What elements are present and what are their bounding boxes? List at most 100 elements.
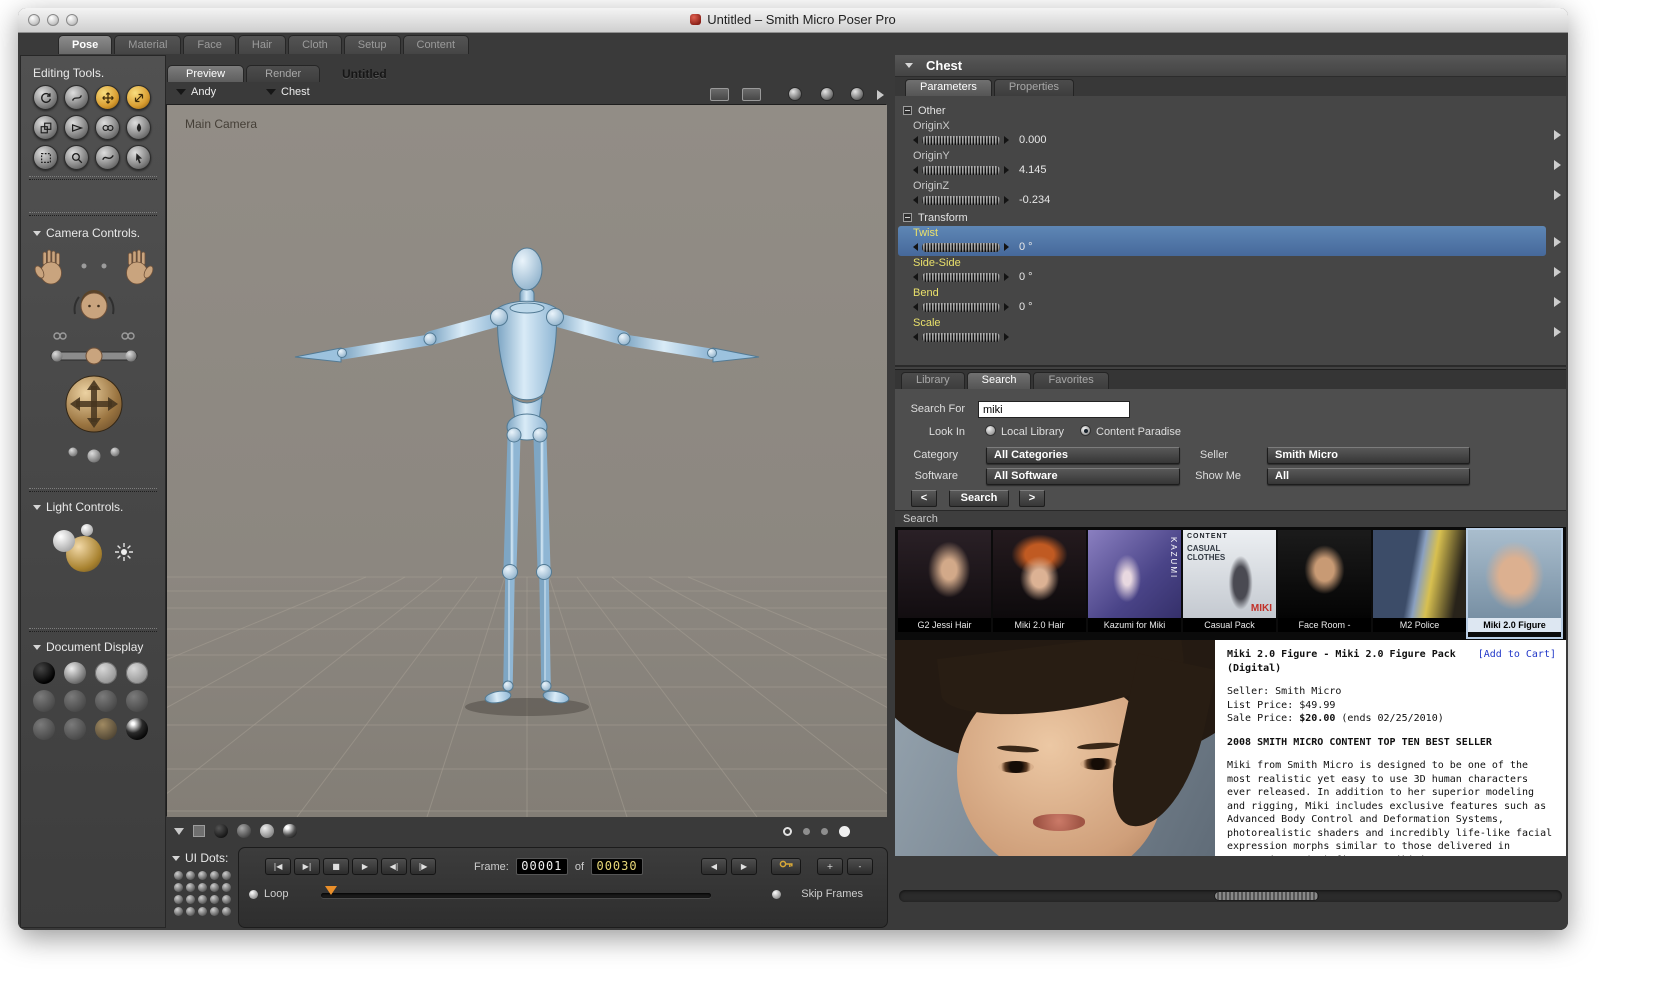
- texture-ball-icon[interactable]: [283, 824, 297, 838]
- ui-dot[interactable]: [186, 883, 195, 892]
- ui-dot[interactable]: [222, 895, 231, 904]
- depth-cue-ball-icon[interactable]: [214, 824, 228, 838]
- param-dial[interactable]: [922, 272, 1000, 282]
- ui-dot[interactable]: [174, 883, 183, 892]
- shadow-ball-icon[interactable]: [237, 824, 251, 838]
- display-style-smooth-shaded[interactable]: [33, 718, 55, 740]
- display-style-flat-lined[interactable]: [95, 690, 117, 712]
- view-magnifier-tool-icon[interactable]: [64, 145, 89, 170]
- ui-dot[interactable]: [210, 871, 219, 880]
- tab-face[interactable]: Face: [183, 35, 236, 54]
- ui-dot[interactable]: [210, 895, 219, 904]
- ui-dot[interactable]: [174, 907, 183, 916]
- dial-increment-icon[interactable]: [1004, 303, 1009, 311]
- ui-dot[interactable]: [222, 871, 231, 880]
- tab-properties[interactable]: Properties: [993, 79, 1074, 96]
- dial-decrement-icon[interactable]: [913, 273, 918, 281]
- close-window-button[interactable]: [28, 14, 40, 26]
- ui-dot[interactable]: [186, 895, 195, 904]
- light-controls-widget[interactable]: [29, 520, 159, 582]
- frame-scrub-handle[interactable]: [325, 886, 337, 895]
- tab-favorites[interactable]: Favorites: [1033, 372, 1109, 389]
- display-style-flat-shaded[interactable]: [64, 690, 86, 712]
- software-dropdown[interactable]: All Software: [986, 468, 1180, 485]
- ui-dot[interactable]: [174, 871, 183, 880]
- light-indicator-icon[interactable]: [850, 87, 864, 101]
- ui-dot[interactable]: [210, 907, 219, 916]
- horizontal-scrollbar[interactable]: [899, 890, 1562, 902]
- first-frame-button[interactable]: |◀: [265, 858, 291, 875]
- tab-library[interactable]: Library: [901, 372, 965, 389]
- param-dial[interactable]: [922, 165, 1000, 175]
- param-value[interactable]: -0.234: [1019, 194, 1050, 206]
- display-style-outline[interactable]: [64, 662, 86, 684]
- minimize-window-button[interactable]: [47, 14, 59, 26]
- current-frame-field[interactable]: 00001: [515, 858, 568, 875]
- dial-increment-icon[interactable]: [1004, 273, 1009, 281]
- background-color-swatch[interactable]: [193, 825, 205, 837]
- dial-decrement-icon[interactable]: [913, 333, 918, 341]
- camera-orbit-icon[interactable]: [820, 87, 834, 101]
- param-dial[interactable]: [922, 332, 1000, 342]
- collapse-triangle-icon[interactable]: [905, 63, 913, 68]
- collapse-triangle-icon[interactable]: [172, 855, 180, 861]
- camera-dot-icon[interactable]: [803, 827, 810, 835]
- result-thumbnail[interactable]: Miki 2.0 Hair: [993, 530, 1086, 637]
- step-back-button[interactable]: ◀|: [381, 858, 407, 875]
- dial-increment-icon[interactable]: [1004, 243, 1009, 251]
- local-library-radio[interactable]: [985, 425, 996, 436]
- param-value[interactable]: 0 °: [1019, 241, 1033, 253]
- translate-inout-tool-icon[interactable]: [126, 85, 151, 110]
- collapse-triangle-icon[interactable]: [33, 644, 41, 650]
- param-group-transform[interactable]: Transform: [895, 209, 1566, 226]
- chevron-down-icon[interactable]: [174, 827, 184, 835]
- skip-frames-indicator-icon[interactable]: [772, 890, 781, 899]
- zoom-window-button[interactable]: [66, 14, 78, 26]
- param-expand-arrow[interactable]: [1554, 237, 1561, 247]
- last-frame-button[interactable]: ▶|: [294, 858, 320, 875]
- multi-view-pane-icon[interactable]: [742, 88, 761, 101]
- morphing-tool-icon[interactable]: [95, 145, 120, 170]
- content-paradise-radio[interactable]: [1080, 425, 1091, 436]
- param-dial[interactable]: [922, 135, 1000, 145]
- tab-setup[interactable]: Setup: [343, 35, 401, 54]
- camera-name-label[interactable]: Main Camera: [185, 117, 257, 131]
- dial-decrement-icon[interactable]: [913, 303, 918, 311]
- local-library-option-label[interactable]: Local Library: [1001, 426, 1064, 438]
- display-style-cartoon[interactable]: [126, 690, 148, 712]
- display-style-wireframe[interactable]: [95, 662, 117, 684]
- show-me-dropdown[interactable]: All: [1267, 468, 1470, 485]
- ui-dot[interactable]: [222, 883, 231, 892]
- result-thumbnail[interactable]: G2 Jessi Hair: [898, 530, 991, 637]
- tab-search[interactable]: Search: [966, 372, 1032, 389]
- color-tool-icon[interactable]: [126, 115, 151, 140]
- ui-dot[interactable]: [198, 907, 207, 916]
- param-expand-arrow[interactable]: [1554, 267, 1561, 277]
- trackball-mini-icon[interactable]: [788, 87, 802, 101]
- loop-indicator-icon[interactable]: [249, 890, 258, 899]
- translate-pull-tool-icon[interactable]: [95, 85, 120, 110]
- result-thumbnail[interactable]: CONTENT CASUAL CLOTHES MIKI Casual Pack: [1183, 530, 1276, 637]
- param-dial[interactable]: [922, 195, 1000, 205]
- camera-controls-widget[interactable]: [29, 246, 159, 474]
- next-page-button[interactable]: >: [1019, 490, 1045, 507]
- param-expand-arrow[interactable]: [1554, 190, 1561, 200]
- figure-selector[interactable]: Andy: [176, 86, 216, 98]
- search-input[interactable]: [978, 401, 1130, 418]
- delete-keyframe-button[interactable]: -: [847, 858, 873, 875]
- ui-dot[interactable]: [198, 895, 207, 904]
- param-dial[interactable]: [922, 242, 1000, 252]
- param-expand-arrow[interactable]: [1554, 160, 1561, 170]
- direct-manipulation-tool-icon[interactable]: [126, 145, 151, 170]
- param-expand-arrow[interactable]: [1554, 130, 1561, 140]
- actor-selector[interactable]: Chest: [266, 86, 310, 98]
- play-button[interactable]: ▶: [352, 858, 378, 875]
- tab-render[interactable]: Render: [246, 65, 321, 82]
- camera-dot-icon[interactable]: [821, 827, 828, 835]
- camera-view-pane-icon[interactable]: [710, 88, 729, 101]
- param-value[interactable]: 0 °: [1019, 301, 1033, 313]
- search-button[interactable]: Search: [949, 490, 1009, 507]
- chain-break-tool-icon[interactable]: [95, 115, 120, 140]
- collapse-box-icon[interactable]: [903, 213, 912, 222]
- param-value[interactable]: 0.000: [1019, 134, 1047, 146]
